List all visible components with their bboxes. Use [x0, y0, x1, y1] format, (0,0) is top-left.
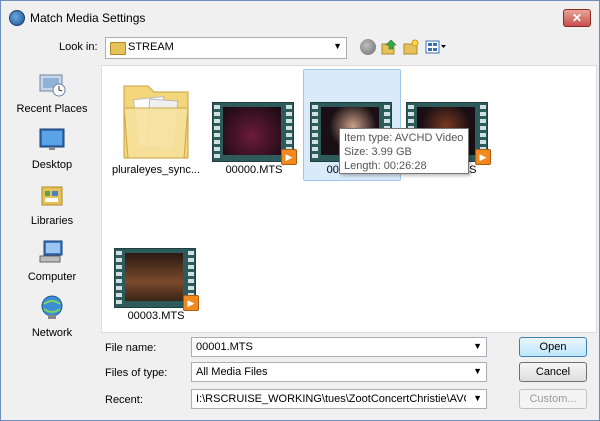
place-label: Network	[31, 327, 73, 339]
open-button[interactable]: Open	[519, 337, 587, 357]
file-item-video[interactable]: ▶ 00000.MTS	[206, 70, 302, 180]
places-bar: Recent Places Desktop Libraries Computer…	[9, 65, 95, 339]
video-thumbnail: ▶	[212, 102, 297, 165]
place-network[interactable]: Network	[9, 295, 95, 347]
title-bar[interactable]: Match Media Settings ✕	[1, 1, 599, 33]
file-item-video[interactable]: ▶ 00003.MTS	[108, 216, 204, 326]
computer-icon	[38, 239, 66, 265]
recent-select[interactable]: I:\RSCRUISE_WORKING\tues\ZootConcertChri…	[191, 389, 487, 409]
up-folder-icon[interactable]	[381, 39, 397, 55]
back-icon[interactable]	[360, 39, 376, 55]
file-label: 00000.MTS	[225, 164, 283, 176]
play-icon: ▶	[475, 149, 491, 165]
desktop-icon	[38, 127, 66, 153]
recent-label: Recent:	[105, 394, 143, 406]
filename-field[interactable]: 00001.MTS ▼	[191, 337, 487, 357]
network-icon	[38, 295, 66, 321]
new-folder-icon[interactable]	[403, 39, 419, 55]
custom-button[interactable]: Custom...	[519, 389, 587, 409]
close-button[interactable]: ✕	[563, 9, 591, 27]
chevron-down-icon[interactable]: ▼	[333, 41, 342, 51]
place-label: Desktop	[31, 159, 73, 171]
lookin-combo[interactable]: STREAM ▼	[105, 37, 347, 59]
lookin-value: STREAM	[128, 41, 174, 53]
video-thumbnail: ▶	[114, 248, 199, 311]
cancel-button[interactable]: Cancel	[519, 362, 587, 382]
libraries-icon	[38, 183, 66, 209]
filename-value[interactable]: 00001.MTS	[196, 341, 466, 353]
file-item-folder[interactable]: pluraleyes_sync...	[108, 70, 204, 180]
filetype-label: Files of type:	[105, 367, 168, 379]
filetype-select[interactable]: All Media Files ▼	[191, 362, 487, 382]
chevron-down-icon[interactable]: ▼	[473, 341, 482, 351]
recent-value: I:\RSCRUISE_WORKING\tues\ZootConcertChri…	[196, 393, 466, 405]
view-menu-icon[interactable]	[425, 39, 447, 55]
file-list[interactable]: pluraleyes_sync... ▶ 00000.MTS ▶ 0001.MT…	[101, 65, 597, 333]
filetype-value: All Media Files	[196, 366, 268, 378]
place-desktop[interactable]: Desktop	[9, 127, 95, 179]
place-libraries[interactable]: Libraries	[9, 183, 95, 235]
file-label: 00003.MTS	[127, 310, 185, 322]
window-title: Match Media Settings	[30, 11, 146, 25]
lookin-label: Look in:	[59, 41, 98, 53]
chevron-down-icon[interactable]: ▼	[473, 393, 482, 403]
place-label: Recent Places	[16, 103, 88, 115]
recent-places-icon	[38, 71, 66, 97]
filename-label: File name:	[105, 342, 157, 354]
place-computer[interactable]: Computer	[9, 239, 95, 291]
chevron-down-icon[interactable]: ▼	[473, 366, 482, 376]
folder-icon	[110, 42, 126, 55]
play-icon: ▶	[281, 149, 297, 165]
place-label: Computer	[27, 271, 77, 283]
file-label: pluraleyes_sync...	[111, 164, 201, 176]
tooltip-length: Length: 00:26:28	[344, 160, 427, 172]
play-icon: ▶	[183, 295, 199, 311]
folder-icon	[118, 78, 194, 160]
file-tooltip: Item type: AVCHD Video Size: 3.99 GB Len…	[339, 128, 469, 174]
tooltip-item-type: Item type: AVCHD Video	[344, 132, 464, 144]
tooltip-size: Size: 3.99 GB	[344, 146, 412, 158]
place-label: Libraries	[30, 215, 74, 227]
dialog-window: Match Media Settings ✕ Look in: STREAM ▼…	[0, 0, 600, 421]
app-icon	[9, 10, 25, 26]
place-recent-places[interactable]: Recent Places	[9, 71, 95, 123]
